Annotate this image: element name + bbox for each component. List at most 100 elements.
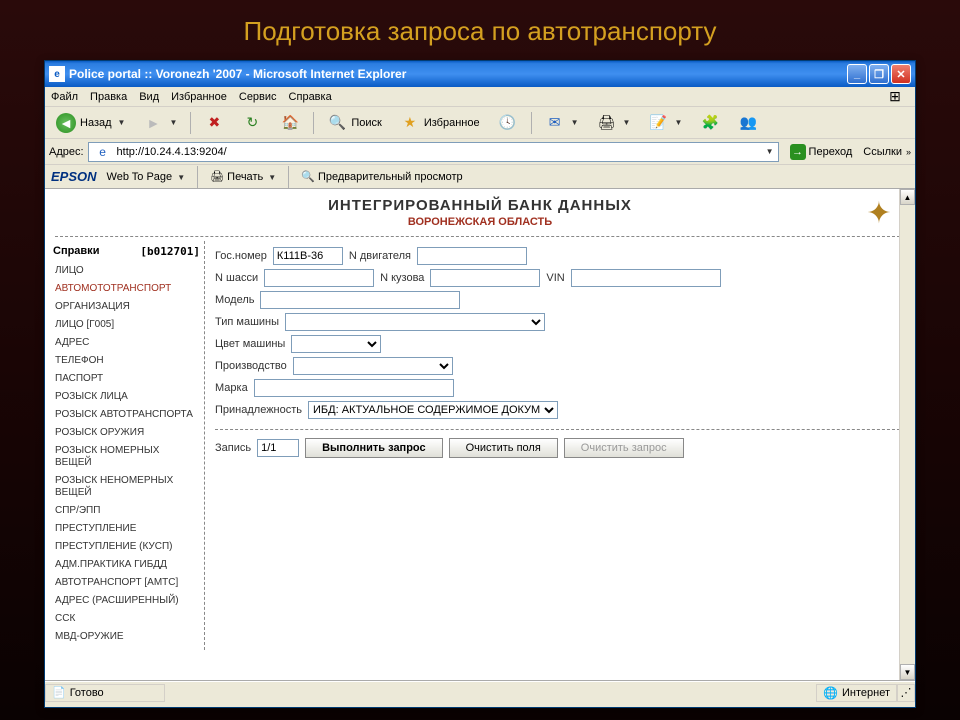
sidebar-item[interactable]: АВТОМОТОТРАНСПОРТ xyxy=(53,280,200,298)
clear-query-button[interactable]: Очистить запрос xyxy=(564,438,684,458)
refresh-icon: ↻ xyxy=(242,113,262,133)
maximize-button[interactable]: ❐ xyxy=(869,64,889,84)
extra-button-2[interactable]: 👥 xyxy=(731,110,765,136)
favorites-button[interactable]: ★ Избранное xyxy=(393,110,487,136)
brand-input[interactable] xyxy=(254,379,454,397)
chevron-down-icon: ▼ xyxy=(169,118,177,127)
sidebar-item[interactable]: ПРЕСТУПЛЕНИЕ (КУСП) xyxy=(53,538,200,556)
type-select[interactable] xyxy=(285,313,545,331)
search-button[interactable]: 🔍 Поиск xyxy=(320,110,388,136)
vertical-scrollbar[interactable]: ▲ ▼ xyxy=(899,189,915,680)
separator xyxy=(531,112,532,134)
sidebar: Справки [b012701] ЛИЦОАВТОМОТОТРАНСПОРТО… xyxy=(45,241,205,650)
close-button[interactable]: ✕ xyxy=(891,64,911,84)
query-form: Гос.номер N двигателя N шасси N кузова V… xyxy=(205,241,915,650)
minimize-button[interactable]: _ xyxy=(847,64,867,84)
home-icon: 🏠 xyxy=(280,113,300,133)
mail-button[interactable]: ✉▼ xyxy=(538,110,586,136)
sidebar-item[interactable]: ПАСПОРТ xyxy=(53,370,200,388)
sidebar-item[interactable]: ОРГАНИЗАЦИЯ xyxy=(53,298,200,316)
menu-favorites[interactable]: Избранное xyxy=(171,91,227,103)
gosnomer-input[interactable] xyxy=(273,247,343,265)
stop-icon: ✖ xyxy=(204,113,224,133)
status-zone: 🌐 Интернет xyxy=(816,684,897,702)
sidebar-item[interactable]: АДМ.ПРАКТИКА ГИБДД xyxy=(53,556,200,574)
sidebar-item[interactable]: РОЗЫСК ЛИЦА xyxy=(53,388,200,406)
epson-logo: EPSON xyxy=(51,169,97,184)
sidebar-item[interactable]: АДРЕС (РАСШИРЕННЫЙ) xyxy=(53,592,200,610)
browser-window: e Police portal :: Voronezh '2007 - Micr… xyxy=(44,60,916,708)
menu-help[interactable]: Справка xyxy=(289,91,332,103)
titlebar: e Police portal :: Voronezh '2007 - Micr… xyxy=(45,61,915,87)
back-button[interactable]: ◄ Назад ▼ xyxy=(49,110,132,136)
body-input[interactable] xyxy=(430,269,540,287)
resize-grip[interactable]: ⋰ xyxy=(897,684,915,702)
webtopage-button[interactable]: Web To Page ▼ xyxy=(107,171,186,183)
chassis-input[interactable] xyxy=(264,269,374,287)
vin-input[interactable] xyxy=(571,269,721,287)
back-label: Назад xyxy=(80,117,112,129)
mail-icon: ✉ xyxy=(545,113,565,133)
menu-file[interactable]: Файл xyxy=(51,91,78,103)
status-ready: 📄 Готово xyxy=(45,684,165,702)
sidebar-item[interactable]: РОЗЫСК ОРУЖИЯ xyxy=(53,424,200,442)
epson-print-button[interactable]: 🖨 Печать ▼ xyxy=(210,170,276,183)
forward-icon: ► xyxy=(143,113,163,133)
print-button[interactable]: 🖨▼ xyxy=(590,110,638,136)
chevron-down-icon[interactable]: ▼ xyxy=(766,147,774,156)
sidebar-item[interactable]: СПР/ЭПП xyxy=(53,502,200,520)
sidebar-item[interactable]: МВД-ОРУЖИЕ xyxy=(53,628,200,646)
menu-edit[interactable]: Правка xyxy=(90,91,127,103)
sidebar-item[interactable]: РОЗЫСК АВТОТРАНСПОРТА xyxy=(53,406,200,424)
address-bar: Адрес: e http://10.24.4.13:9204/ ▼ → Пер… xyxy=(45,139,915,165)
engine-input[interactable] xyxy=(417,247,527,265)
clear-fields-button[interactable]: Очистить поля xyxy=(449,438,558,458)
stop-button[interactable]: ✖ xyxy=(197,110,231,136)
color-select[interactable] xyxy=(291,335,381,353)
go-button[interactable]: → Переход xyxy=(783,142,860,162)
people-icon: 👥 xyxy=(738,113,758,133)
record-label: Запись xyxy=(215,442,251,454)
address-input[interactable]: e http://10.24.4.13:9204/ ▼ xyxy=(88,142,779,162)
sidebar-item[interactable]: АДРЕС xyxy=(53,334,200,352)
epson-toolbar: EPSON Web To Page ▼ 🖨 Печать ▼ 🔍 Предвар… xyxy=(45,165,915,189)
extra-button-1[interactable]: 🧩 xyxy=(693,110,727,136)
manuf-select[interactable] xyxy=(293,357,453,375)
type-label: Тип машины xyxy=(215,316,279,328)
sidebar-item[interactable]: ССК xyxy=(53,610,200,628)
page-header: ИНТЕГРИРОВАННЫЙ БАНК ДАННЫХ ВОРОНЕЖСКАЯ … xyxy=(45,189,915,232)
separator xyxy=(288,166,289,188)
expand-chevron-icon[interactable]: » xyxy=(906,147,911,157)
windows-flag-icon: ⊞ xyxy=(881,88,909,106)
execute-query-button[interactable]: Выполнить запрос xyxy=(305,438,443,458)
record-input[interactable] xyxy=(257,439,299,457)
refresh-button[interactable]: ↻ xyxy=(235,110,269,136)
sidebar-item[interactable]: РОЗЫСК НЕНОМЕРНЫХ ВЕЩЕЙ xyxy=(53,472,200,502)
sidebar-item[interactable]: ТЕЛЕФОН xyxy=(53,352,200,370)
action-row: Запись Выполнить запрос Очистить поля Оч… xyxy=(215,429,905,458)
home-button[interactable]: 🏠 xyxy=(273,110,307,136)
scroll-down-button[interactable]: ▼ xyxy=(900,664,915,680)
model-input[interactable] xyxy=(260,291,460,309)
go-label: Переход xyxy=(809,146,853,158)
owner-select[interactable]: ИБД: АКТУАЛЬНОЕ СОДЕРЖИМОЕ ДОКУМЕНТА xyxy=(308,401,558,419)
sidebar-item[interactable]: РОЗЫСК НОМЕРНЫХ ВЕЩЕЙ xyxy=(53,442,200,472)
menubar: Файл Правка Вид Избранное Сервис Справка… xyxy=(45,87,915,107)
go-icon: → xyxy=(790,144,806,160)
separator xyxy=(197,166,198,188)
sidebar-item[interactable]: ЛИЦО [Г005] xyxy=(53,316,200,334)
sidebar-item[interactable]: АВТОТРАНСПОРТ [АМТС] xyxy=(53,574,200,592)
separator xyxy=(313,112,314,134)
menu-view[interactable]: Вид xyxy=(139,91,159,103)
sidebar-item[interactable]: ПРЕСТУПЛЕНИЕ xyxy=(53,520,200,538)
epson-preview-button[interactable]: 🔍 Предварительный просмотр xyxy=(301,170,462,183)
links-label[interactable]: Ссылки xyxy=(863,146,902,158)
menu-tools[interactable]: Сервис xyxy=(239,91,277,103)
history-button[interactable]: 🕓 xyxy=(491,110,525,136)
forward-button[interactable]: ► ▼ xyxy=(136,110,184,136)
edit-button[interactable]: 📝▼ xyxy=(641,110,689,136)
sidebar-item[interactable]: ЛИЦО xyxy=(53,262,200,280)
page-title: ИНТЕГРИРОВАННЫЙ БАНК ДАННЫХ xyxy=(45,197,915,214)
sidebar-title: Справки xyxy=(53,245,99,258)
scroll-up-button[interactable]: ▲ xyxy=(900,189,915,205)
